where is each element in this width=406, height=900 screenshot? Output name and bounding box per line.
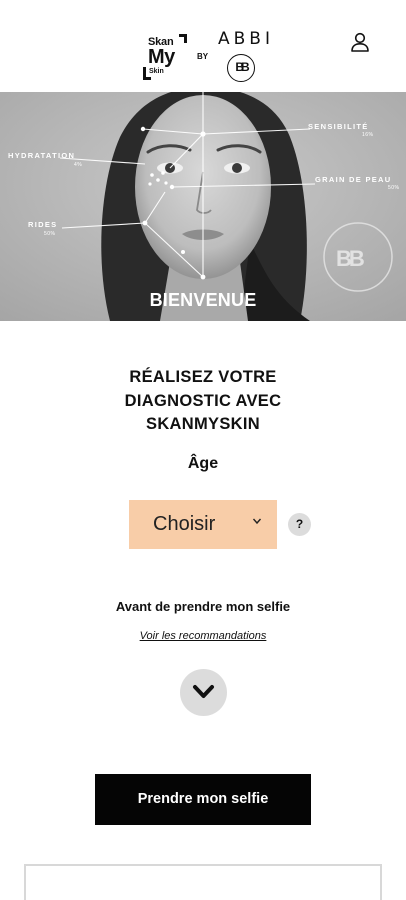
sub-sensibilite: 16%: [362, 132, 374, 138]
welcome-title: BIENVENUE: [149, 290, 257, 310]
logo-corner-top: [179, 34, 187, 43]
diagnostic-title: RÉALISEZ VOTRE DIAGNOSTIC AVEC SKANMYSKI…: [0, 366, 406, 437]
sub-rides: 50%: [44, 231, 56, 237]
label-grain-de-peau: GRAIN DE PEAU: [315, 175, 392, 184]
label-rides: RIDES: [28, 220, 58, 229]
title-line-1: RÉALISEZ VOTRE: [129, 368, 277, 386]
expand-recommendations-button[interactable]: [180, 669, 227, 716]
label-sensibilite: SENSIBILITÉ: [308, 122, 369, 131]
logo-text-my: My: [148, 46, 175, 68]
age-select-value: Choisir: [153, 513, 216, 535]
bb-watermark: BB: [336, 246, 365, 271]
sub-grain-de-peau: 50%: [388, 185, 400, 191]
sub-hydratation: 4%: [74, 162, 83, 168]
recommendations-link[interactable]: Voir les recommandations: [0, 630, 406, 642]
chevron-down-icon: [193, 685, 214, 698]
header: Skan My Skin BY ABBI BB: [0, 0, 406, 92]
bottom-card: [24, 864, 382, 900]
chevron-down-icon: [252, 514, 262, 528]
label-hydratation: HYDRATATION: [8, 151, 76, 160]
take-selfie-button[interactable]: Prendre mon selfie: [95, 774, 311, 825]
title-line-2: DIAGNOSTIC AVEC: [124, 391, 282, 410]
logo-text-skin: Skin: [149, 68, 164, 75]
before-selfie-text: Avant de prendre mon selfie: [115, 599, 291, 614]
hero-banner: HYDRATATION 4% SENSIBILITÉ 16% GRAIN DE …: [0, 92, 406, 321]
abbi-logo: ABBI: [218, 29, 274, 49]
age-select[interactable]: Choisir: [129, 500, 277, 549]
logo-by-text: BY: [197, 52, 209, 61]
age-help-button[interactable]: ?: [288, 513, 311, 536]
age-label: Âge: [187, 455, 219, 472]
skanmyskin-logo[interactable]: Skan My Skin: [141, 30, 189, 84]
title-line-3: SKANMYSKIN: [146, 415, 260, 433]
user-icon[interactable]: [349, 31, 371, 53]
bb-badge-logo: BB: [227, 54, 255, 82]
